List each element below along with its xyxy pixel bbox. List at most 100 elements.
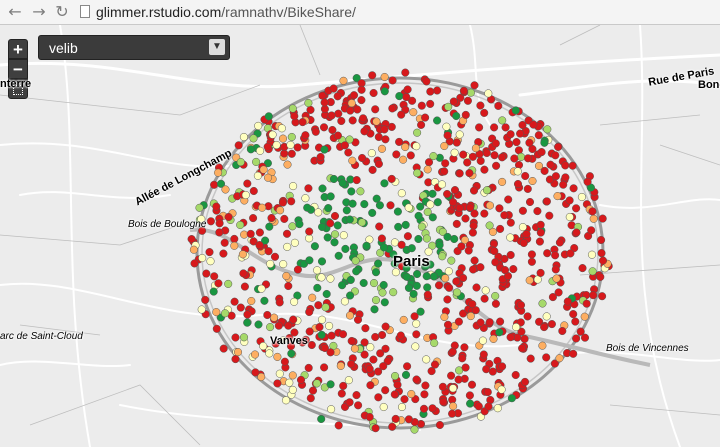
station-marker[interactable] (305, 227, 314, 236)
station-marker[interactable] (561, 173, 570, 182)
station-marker[interactable] (311, 127, 320, 136)
station-marker[interactable] (360, 127, 369, 136)
station-marker[interactable] (281, 396, 291, 405)
station-marker[interactable] (298, 118, 307, 127)
station-marker[interactable] (454, 375, 463, 384)
station-marker[interactable] (318, 222, 327, 231)
station-marker[interactable] (349, 91, 359, 100)
station-marker[interactable] (440, 141, 449, 151)
station-marker[interactable] (428, 404, 437, 413)
station-marker[interactable] (552, 274, 561, 283)
station-marker[interactable] (588, 207, 597, 216)
station-marker[interactable] (379, 402, 388, 412)
station-marker[interactable] (279, 260, 288, 269)
station-marker[interactable] (393, 207, 402, 216)
station-marker[interactable] (264, 247, 273, 256)
station-marker[interactable] (345, 398, 354, 407)
station-marker[interactable] (272, 140, 281, 150)
station-marker[interactable] (201, 295, 210, 304)
station-marker[interactable] (340, 141, 349, 150)
station-marker[interactable] (353, 315, 363, 324)
station-marker[interactable] (214, 168, 223, 177)
station-marker[interactable] (426, 87, 435, 96)
station-marker[interactable] (523, 312, 532, 321)
station-marker[interactable] (209, 287, 218, 296)
station-marker[interactable] (587, 250, 597, 259)
station-marker[interactable] (553, 192, 562, 201)
station-marker[interactable] (317, 330, 326, 339)
station-marker[interactable] (580, 312, 589, 321)
station-marker[interactable] (404, 203, 413, 212)
station-marker[interactable] (467, 380, 477, 389)
station-marker[interactable] (565, 196, 574, 205)
station-marker[interactable] (469, 265, 478, 274)
station-marker[interactable] (518, 206, 527, 215)
station-marker[interactable] (316, 152, 325, 162)
station-marker[interactable] (422, 77, 431, 86)
station-marker[interactable] (460, 343, 469, 352)
station-marker[interactable] (333, 92, 342, 101)
station-marker[interactable] (437, 180, 447, 189)
station-marker[interactable] (326, 219, 335, 228)
station-marker[interactable] (489, 334, 498, 343)
station-marker[interactable] (275, 298, 284, 307)
station-marker[interactable] (428, 213, 437, 222)
station-marker[interactable] (422, 272, 431, 281)
station-marker[interactable] (268, 130, 277, 139)
station-marker[interactable] (334, 109, 343, 118)
station-marker[interactable] (388, 104, 397, 113)
station-marker[interactable] (206, 257, 215, 266)
station-marker[interactable] (369, 88, 378, 98)
station-marker[interactable] (435, 420, 444, 430)
station-marker[interactable] (506, 130, 515, 139)
station-marker[interactable] (285, 378, 294, 387)
reload-icon[interactable]: ↻ (53, 3, 71, 21)
station-marker[interactable] (420, 390, 429, 399)
station-marker[interactable] (333, 221, 342, 230)
station-marker[interactable] (426, 99, 435, 108)
station-marker[interactable] (333, 131, 342, 140)
station-marker[interactable] (476, 263, 485, 272)
station-marker[interactable] (403, 362, 412, 371)
station-marker[interactable] (478, 336, 487, 345)
station-marker[interactable] (220, 238, 229, 247)
station-marker[interactable] (522, 229, 531, 239)
station-marker[interactable] (295, 220, 304, 229)
station-marker[interactable] (377, 144, 387, 153)
station-marker[interactable] (325, 321, 334, 330)
station-marker[interactable] (459, 273, 468, 283)
station-marker[interactable] (397, 402, 407, 412)
station-marker[interactable] (371, 296, 381, 305)
station-marker[interactable] (189, 245, 198, 254)
station-marker[interactable] (572, 334, 581, 343)
station-marker[interactable] (320, 363, 329, 372)
station-marker[interactable] (482, 365, 491, 374)
station-marker[interactable] (327, 331, 336, 340)
station-marker[interactable] (452, 111, 461, 121)
station-marker[interactable] (449, 198, 458, 207)
station-marker[interactable] (476, 156, 485, 165)
station-marker[interactable] (416, 307, 425, 316)
station-marker[interactable] (371, 424, 380, 433)
station-marker[interactable] (443, 320, 453, 329)
station-marker[interactable] (313, 283, 322, 292)
station-marker[interactable] (267, 213, 276, 223)
station-marker[interactable] (301, 131, 310, 140)
station-marker[interactable] (448, 409, 457, 418)
station-marker[interactable] (374, 367, 383, 376)
station-marker[interactable] (278, 198, 287, 207)
station-marker[interactable] (476, 318, 485, 327)
station-marker[interactable] (448, 384, 458, 393)
station-marker[interactable] (234, 141, 243, 150)
station-marker[interactable] (435, 240, 444, 250)
station-marker[interactable] (287, 149, 296, 158)
station-marker[interactable] (289, 315, 298, 324)
station-marker[interactable] (357, 85, 366, 94)
station-marker[interactable] (243, 179, 252, 188)
station-marker[interactable] (445, 283, 454, 292)
station-marker[interactable] (388, 422, 397, 431)
station-marker[interactable] (359, 278, 368, 288)
station-marker[interactable] (504, 195, 513, 204)
station-marker[interactable] (362, 241, 371, 250)
station-marker[interactable] (521, 171, 530, 181)
